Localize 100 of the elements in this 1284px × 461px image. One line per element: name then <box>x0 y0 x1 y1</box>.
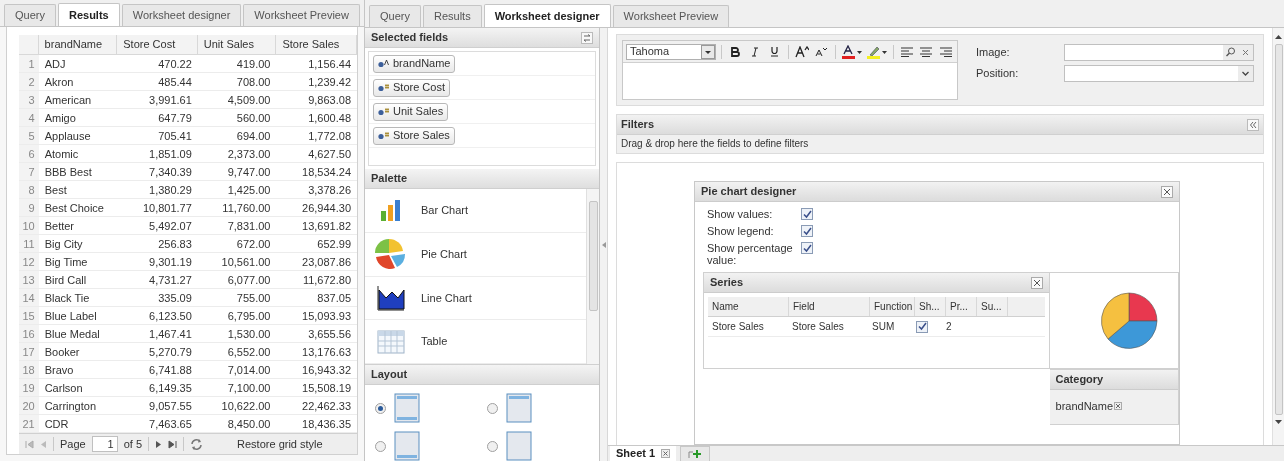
table-cell-text: 708.00 <box>235 75 272 90</box>
column-header[interactable]: Su... <box>977 297 1008 316</box>
row-number: 2 <box>19 73 39 90</box>
collapse-arrow-icon[interactable] <box>601 241 606 248</box>
table-cell-text: 15,093.93 <box>301 309 352 324</box>
field-label: Position: <box>976 66 1020 82</box>
tab[interactable]: Query <box>369 5 421 27</box>
table-cell-text: 9,747.00 <box>226 165 272 180</box>
scrollbar-thumb[interactable] <box>588 201 598 311</box>
collapse-icon[interactable] <box>1247 118 1259 131</box>
column-header[interactable]: Field <box>789 297 870 316</box>
scroll-down-icon[interactable] <box>1275 419 1282 425</box>
field-chip[interactable]: Store Sales <box>373 126 455 145</box>
restore-grid-style-button[interactable]: Restore grid style <box>237 435 323 453</box>
panel-title: Layout <box>371 367 408 383</box>
table-cell-text: 705.41 <box>157 129 193 144</box>
table-cell-text: 5,270.79 <box>148 345 193 360</box>
row-number: 17 <box>19 343 39 360</box>
tab[interactable]: Results <box>57 3 120 26</box>
tab[interactable]: Results <box>422 5 482 27</box>
table-cell-text: 672.00 <box>235 237 272 252</box>
last-page-icon[interactable] <box>168 439 178 449</box>
tab[interactable]: Query <box>4 4 56 26</box>
table-cell-text: Best <box>43 183 68 198</box>
column-header[interactable]: Name <box>708 297 789 316</box>
row-number: 14 <box>19 289 39 306</box>
clear-icon[interactable] <box>1238 45 1253 60</box>
table-cell-text: 10,801.77 <box>141 201 193 216</box>
option-label: Show values: <box>707 208 774 220</box>
close-icon[interactable] <box>1161 185 1173 198</box>
radio-button[interactable] <box>375 402 386 414</box>
table-cell-text: 1,772.08 <box>307 129 352 144</box>
table-cell-text: 26,944.30 <box>301 201 352 216</box>
table-cell-text: BBB Best <box>43 165 93 180</box>
field-chip[interactable]: Unit Sales <box>373 102 449 121</box>
palette-item[interactable]: Pie Chart <box>365 232 586 277</box>
table-cell-text: 419.00 <box>235 57 272 72</box>
panel-title: Filters <box>621 117 654 133</box>
table-cell-text: Applause <box>43 129 92 144</box>
table-cell-text: Better <box>43 219 76 234</box>
checkbox[interactable] <box>801 208 813 220</box>
column-header[interactable]: Unit Sales <box>197 35 277 54</box>
tab[interactable]: Worksheet Preview <box>243 4 360 26</box>
refresh-icon[interactable] <box>190 437 204 451</box>
column-header[interactable]: Function <box>870 297 915 316</box>
swap-icon[interactable] <box>581 31 593 44</box>
row-number: 16 <box>19 325 39 342</box>
image-field[interactable] <box>1064 44 1254 61</box>
field-chip[interactable]: Store Cost <box>373 78 450 97</box>
row-number: 1 <box>19 55 39 72</box>
radio-button[interactable] <box>375 440 386 452</box>
pie-chart-drawing <box>1099 291 1158 350</box>
search-icon[interactable] <box>1223 45 1238 60</box>
column-header[interactable]: Pr... <box>946 297 977 316</box>
table-cell-text: 6,077.00 <box>226 273 272 288</box>
field-chip[interactable]: brandName <box>373 54 456 73</box>
column-header[interactable]: Sh... <box>915 297 946 316</box>
scroll-up-icon[interactable] <box>1275 34 1282 40</box>
checkbox[interactable] <box>916 320 928 333</box>
radio-button[interactable] <box>487 402 498 414</box>
table-cell-text: 4,509.00 <box>226 93 272 108</box>
table-cell-text: Carlson <box>43 381 84 396</box>
table-cell-text: Booker <box>43 345 81 360</box>
close-icon[interactable] <box>1030 276 1043 289</box>
font-select[interactable]: Tahoma <box>626 43 717 60</box>
palette-item[interactable]: Bar Chart <box>365 189 586 233</box>
layout-icon <box>506 393 532 423</box>
field-label: Image: <box>976 45 1011 61</box>
panel-title: Category <box>1055 372 1104 388</box>
table-cell-text: Big Time <box>43 255 89 270</box>
remove-icon[interactable] <box>1114 402 1123 411</box>
table-cell-text: 18,436.35 <box>301 417 352 432</box>
checkbox[interactable] <box>801 225 813 237</box>
filters-hint: Drag & drop here the fields to define filters <box>620 137 810 151</box>
column-header[interactable]: Store Sales <box>276 35 357 54</box>
table-cell-text: 9,863.08 <box>307 93 352 108</box>
palette-item[interactable]: Line Chart <box>365 276 586 321</box>
next-page-icon[interactable] <box>155 439 163 449</box>
palette-item[interactable]: Table <box>365 320 586 364</box>
row-number: 21 <box>19 415 39 432</box>
tab[interactable]: Worksheet Preview <box>612 5 730 27</box>
scrollbar-thumb[interactable] <box>1274 44 1283 415</box>
table-cell-text: Black Tie <box>43 291 91 306</box>
close-icon[interactable] <box>661 449 671 458</box>
row-number: 7 <box>19 163 39 180</box>
table-cell-text: 694.00 <box>235 129 272 144</box>
tab[interactable]: Worksheet designer <box>121 4 242 26</box>
column-header[interactable]: Store Cost <box>117 35 198 54</box>
sheet-tab[interactable]: Sheet 1 <box>610 446 677 461</box>
table-cell-text: 3,655.56 <box>307 327 352 342</box>
radio-button[interactable] <box>487 440 498 452</box>
tab[interactable]: Worksheet designer <box>483 4 611 27</box>
table-cell-text: 560.00 <box>235 111 272 126</box>
add-sheet-button[interactable] <box>680 446 711 461</box>
panel-title: Palette <box>371 171 408 187</box>
row-number: 11 <box>19 235 39 252</box>
table-cell-text: 652.99 <box>316 237 352 252</box>
page-field[interactable]: 1 <box>91 436 118 452</box>
checkbox[interactable] <box>801 242 813 254</box>
column-header[interactable]: brandName <box>38 35 118 54</box>
